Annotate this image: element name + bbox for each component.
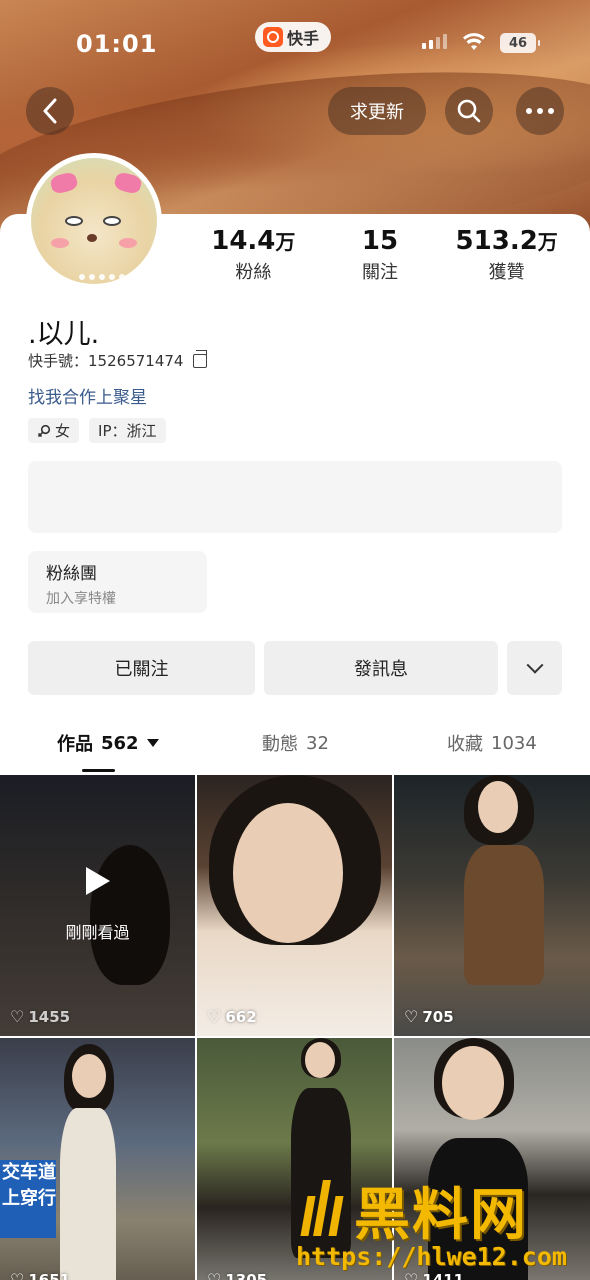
video-likes: ♡ 1455 xyxy=(10,1007,70,1026)
send-message-button[interactable]: 發訊息 xyxy=(264,641,498,695)
avatar-image xyxy=(31,158,157,284)
avatar[interactable] xyxy=(26,153,162,289)
tab-favorites-count: 1034 xyxy=(491,732,537,754)
tab-works-count: 562 xyxy=(101,732,139,754)
expand-button[interactable] xyxy=(507,641,562,695)
stat-following[interactable]: 15 關注 xyxy=(317,226,444,284)
watermark-brand: 黑料网 xyxy=(354,1183,528,1248)
gender-tag: 女 xyxy=(28,418,80,443)
tab-moments-label: 動態 xyxy=(262,734,298,755)
chevron-down-icon xyxy=(526,656,543,674)
status-time: 01:01 xyxy=(76,30,158,58)
heart-icon: ♡ xyxy=(404,1007,419,1026)
video-thumbnail[interactable]: 剛剛看過 ♡ 1455 xyxy=(0,775,195,1036)
search-icon xyxy=(457,99,481,123)
stat-likes-label: 獲贊 xyxy=(488,262,525,283)
play-icon xyxy=(86,867,110,895)
video-likes-count: 705 xyxy=(422,1007,454,1026)
heart-icon: ♡ xyxy=(207,1007,222,1026)
request-update-button[interactable]: 求更新 xyxy=(328,87,426,135)
watermark-url: https://hlwe12.com xyxy=(296,1242,567,1271)
heart-icon: ♡ xyxy=(10,1270,25,1280)
stat-followers-unit: 万 xyxy=(275,230,296,254)
app-name: 快手 xyxy=(287,29,320,48)
stat-followers[interactable]: 14.4万 粉絲 xyxy=(190,226,317,284)
stat-likes-unit: 万 xyxy=(537,230,558,254)
content-tabs: 作品 562 動態 32 收藏 1034 xyxy=(0,730,590,770)
cellular-signal-icon xyxy=(422,34,447,49)
status-bar: 01:01 快手 46 xyxy=(0,0,590,80)
video-likes: ♡ 1305 xyxy=(207,1270,267,1280)
video-likes: ♡ 705 xyxy=(404,1007,454,1026)
fan-group-subtitle: 加入享特權 xyxy=(46,591,116,607)
tab-favorites[interactable]: 收藏 1034 xyxy=(447,730,537,756)
more-options-button[interactable] xyxy=(516,87,564,135)
stat-following-label: 關注 xyxy=(362,262,398,283)
video-likes-count: 662 xyxy=(225,1007,257,1026)
stat-likes-value: 513.2 xyxy=(455,226,538,256)
kuaishou-id-value: 1526571474 xyxy=(88,352,184,370)
profile-tags: 女 IP：浙江 xyxy=(28,418,166,443)
placeholder-card xyxy=(28,461,562,533)
kuaishou-id-label: 快手號： xyxy=(28,352,89,370)
copy-icon[interactable] xyxy=(193,349,208,368)
kuaishou-logo-icon xyxy=(263,27,283,47)
stat-followers-value: 14.4 xyxy=(211,226,276,256)
profile-actions: 已關注 發訊息 xyxy=(28,641,562,695)
video-thumbnail[interactable]: ♡ 705 xyxy=(394,775,590,1036)
ip-tag: IP：浙江 xyxy=(89,418,166,443)
tab-moments[interactable]: 動態 32 xyxy=(262,730,329,756)
app-indicator[interactable]: 快手 xyxy=(255,22,332,52)
tab-works-label: 作品 xyxy=(57,734,93,755)
caret-down-icon xyxy=(146,739,159,747)
fan-group-card[interactable]: 粉絲團 加入享特權 xyxy=(28,551,207,613)
video-thumbnail[interactable]: 交车道 上穿行 ♡ 1651 xyxy=(0,1038,195,1280)
battery-level: 46 xyxy=(508,35,528,51)
watermark: 黑料网 https://hlwe12.com xyxy=(290,1170,590,1280)
video-likes-count: 1651 xyxy=(28,1270,71,1280)
battery-icon: 46 xyxy=(500,33,540,53)
video-likes-count: 1455 xyxy=(28,1007,71,1026)
search-button[interactable] xyxy=(445,87,493,135)
tab-works[interactable]: 作品 562 xyxy=(57,730,159,756)
active-tab-indicator xyxy=(82,769,115,772)
wifi-icon xyxy=(462,32,486,57)
chevron-left-icon xyxy=(43,98,57,124)
heart-icon: ♡ xyxy=(207,1270,222,1280)
more-dots-icon xyxy=(526,108,554,114)
stat-likes[interactable]: 513.2万 獲贊 xyxy=(443,226,570,284)
video-likes: ♡ 662 xyxy=(207,1007,257,1026)
watermark-logo-icon xyxy=(298,1174,350,1238)
followed-button[interactable]: 已關注 xyxy=(28,641,255,695)
stat-followers-label: 粉絲 xyxy=(235,262,272,283)
avatar-page-dots xyxy=(79,274,125,280)
profile-stats: 14.4万 粉絲 15 關注 513.2万 獲贊 xyxy=(190,226,570,284)
tab-favorites-label: 收藏 xyxy=(447,734,483,755)
female-icon xyxy=(37,424,51,437)
fan-group-title: 粉絲團 xyxy=(46,564,97,584)
stat-following-value: 15 xyxy=(361,226,399,256)
kuaishou-id-row[interactable]: 快手號：1526571474 xyxy=(28,349,208,371)
video-thumbnail[interactable]: ♡ 662 xyxy=(197,775,392,1036)
video-likes: ♡ 1651 xyxy=(10,1270,70,1280)
tab-moments-count: 32 xyxy=(306,732,329,754)
back-button[interactable] xyxy=(26,87,74,135)
profile-name: .以儿. xyxy=(28,319,100,350)
video-likes-count: 1305 xyxy=(225,1270,268,1280)
bio-link[interactable]: 找我合作上聚星 xyxy=(28,383,147,408)
gender-tag-label: 女 xyxy=(55,422,71,440)
recently-viewed-label: 剛剛看過 xyxy=(65,923,130,942)
street-sign: 交车道 上穿行 xyxy=(0,1160,56,1238)
heart-icon: ♡ xyxy=(10,1007,25,1026)
